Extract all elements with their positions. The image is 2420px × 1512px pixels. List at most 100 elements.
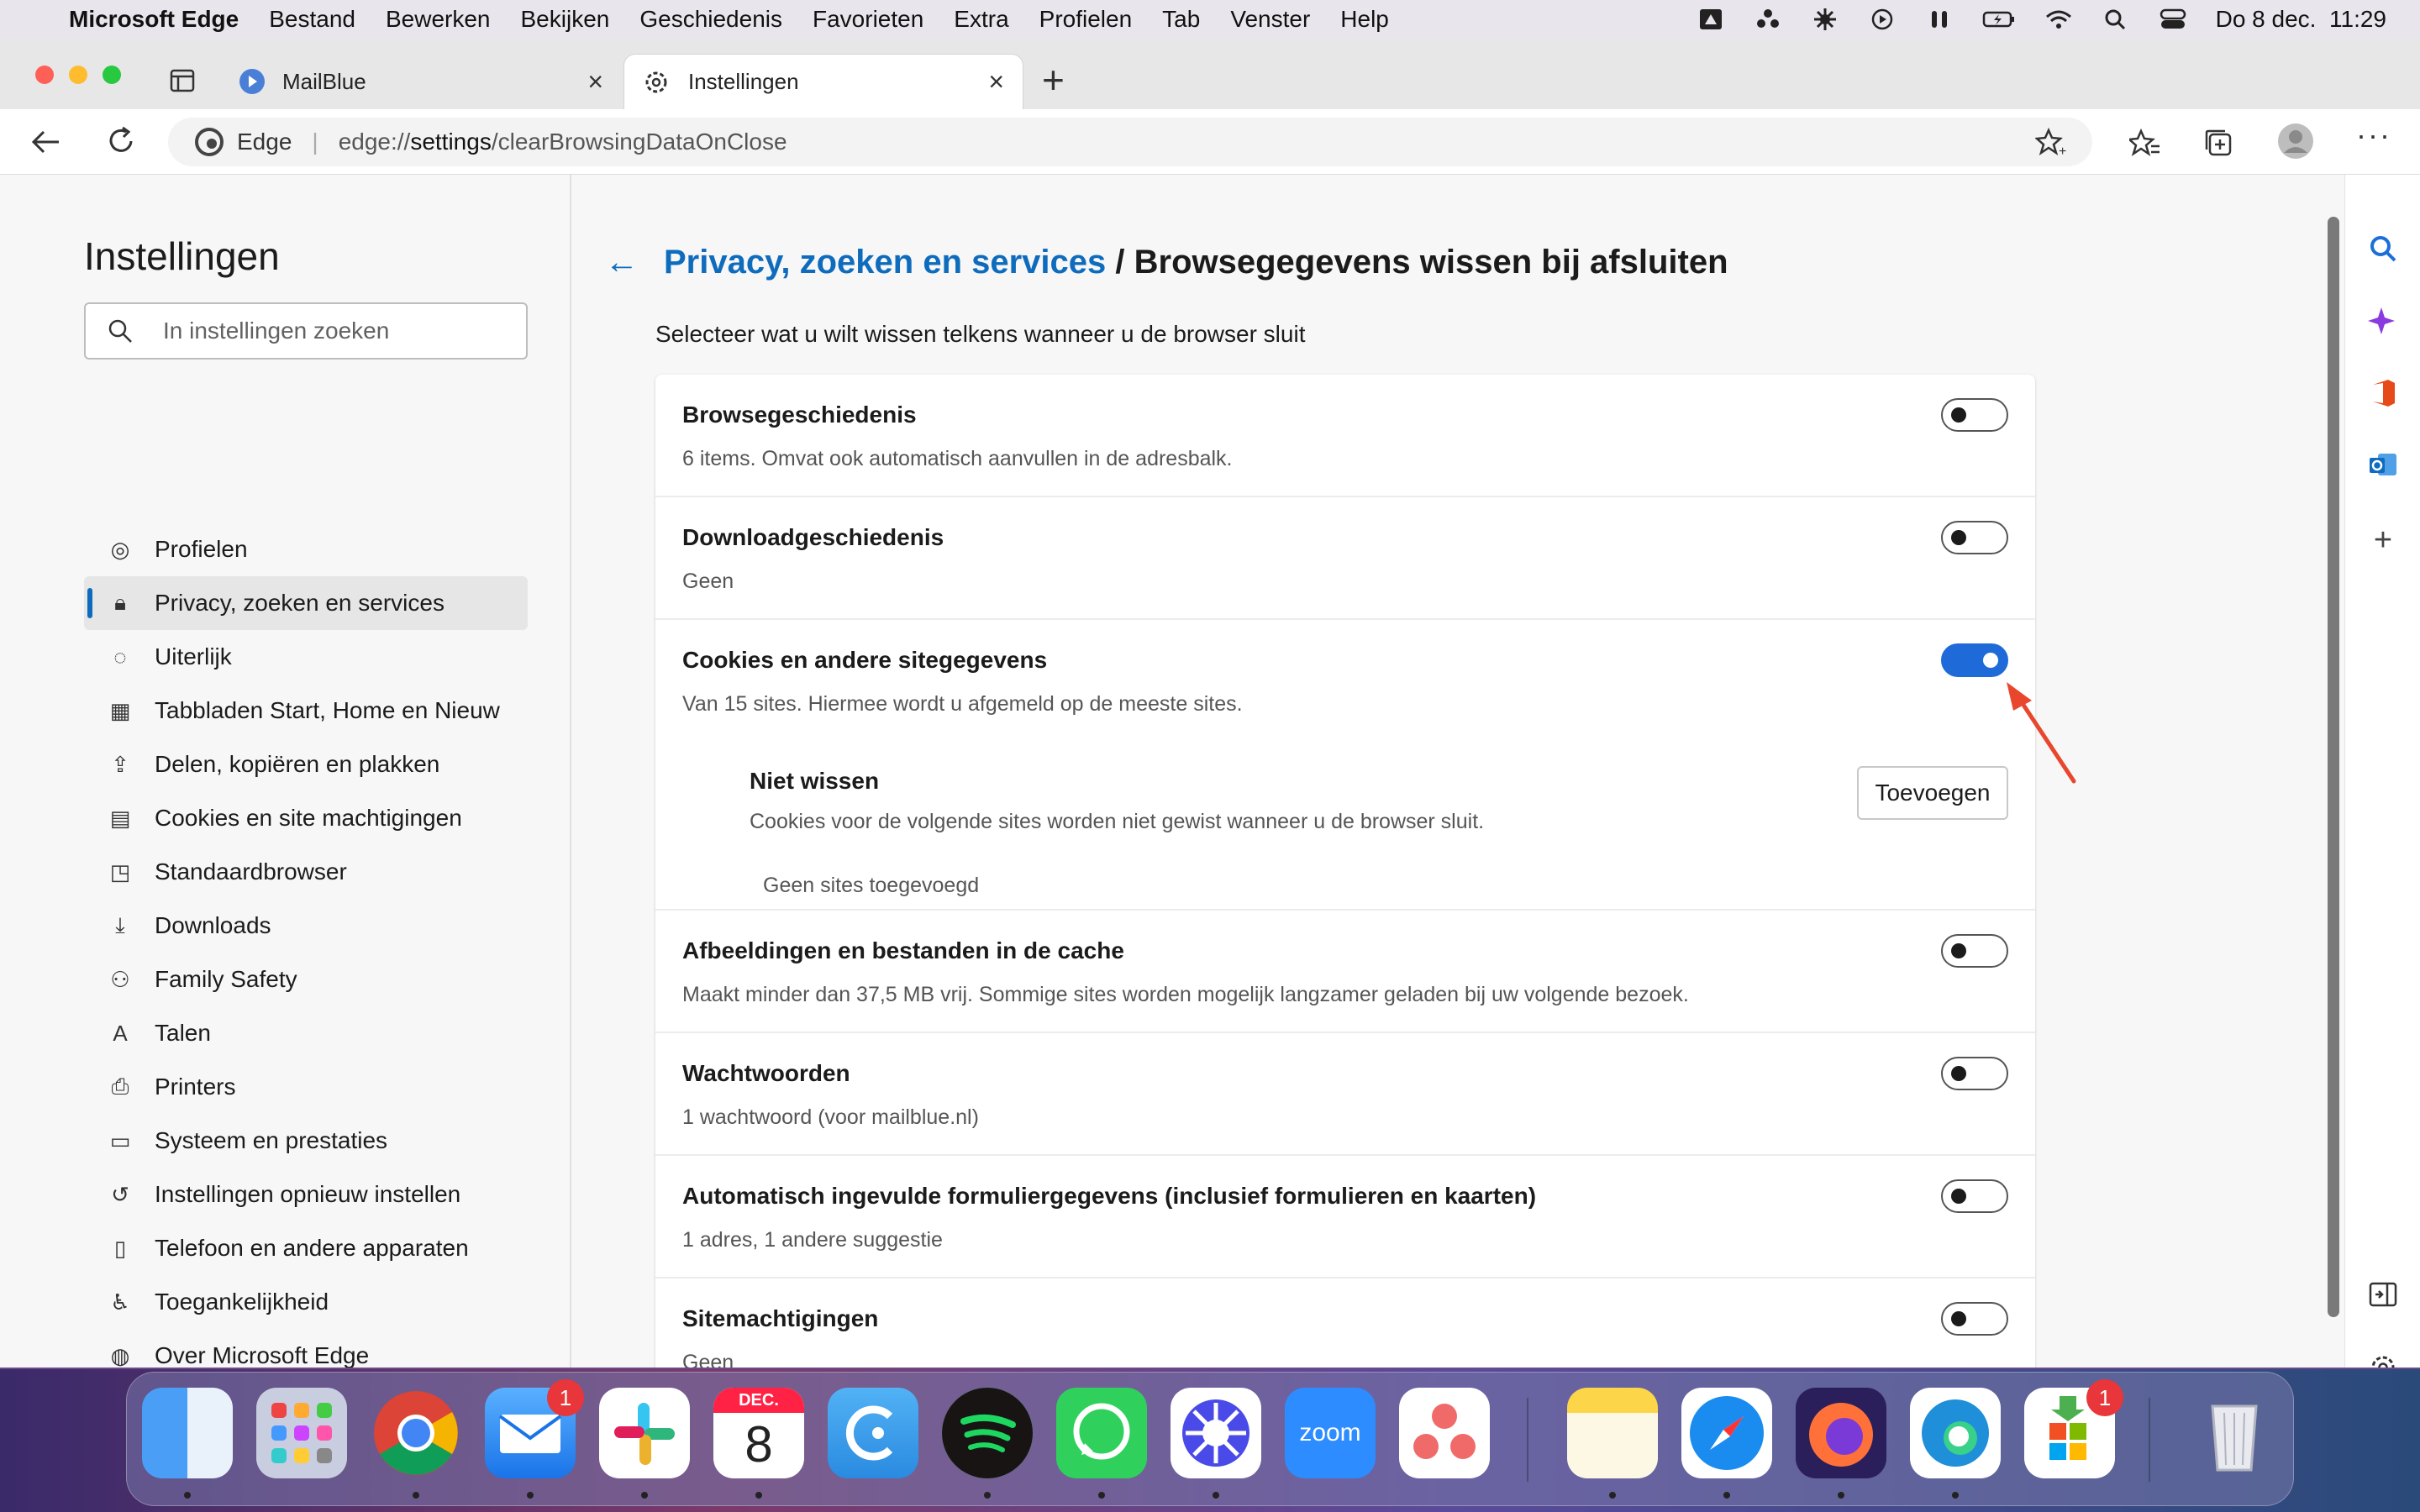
sidebar-item-privacy-zoeken-en-services[interactable]: 🔒︎ Privacy, zoeken en services [84,576,528,630]
firefox-icon[interactable] [1796,1388,1886,1478]
collections-icon[interactable] [2203,128,2235,158]
setting-description: 1 wachtwoord (voor mailblue.nl) [682,1105,979,1129]
menu-bewerken[interactable]: Bewerken [386,6,491,33]
flower-icon[interactable] [1811,8,1839,31]
calendar-day: 8 [744,1416,773,1473]
sidebar-item-delen-kopi-ren-en-plakken[interactable]: ⇪ Delen, kopiëren en plakken [84,738,528,791]
spotify-icon[interactable] [942,1388,1033,1478]
clockify-icon[interactable] [828,1388,918,1478]
battery-icon[interactable] [1982,8,2016,31]
sidebar-item-cookies-en-site-machtigingen[interactable]: ▤ Cookies en site machtigingen [84,791,528,845]
office-icon[interactable] [2368,378,2398,408]
address-bar[interactable]: Edge | edge:// settings /clearBrowsingDa… [168,118,2092,166]
whatsapp-icon[interactable] [1056,1388,1147,1478]
notes-icon[interactable] [1567,1388,1658,1478]
setting-toggle[interactable] [1941,521,2008,554]
search-icon[interactable] [2368,234,2398,264]
sidebar-item-telefoon-en-andere-apparaten[interactable]: ▯ Telefoon en andere apparaten [84,1221,528,1275]
safari-icon[interactable] [1681,1388,1772,1478]
trash-icon[interactable] [2189,1388,2280,1478]
tab-close-icon[interactable]: × [988,66,1004,97]
user-group-icon[interactable] [1754,8,1782,31]
sidebar-item-over-microsoft-edge[interactable]: ◍ Over Microsoft Edge [84,1329,528,1368]
reset-icon: ↺ [111,1181,129,1207]
asana-icon[interactable] [1399,1388,1490,1478]
tab-close-icon[interactable]: × [587,66,603,97]
setting-toggle[interactable] [1941,934,2008,968]
menu-favorieten[interactable]: Favorieten [813,6,923,33]
airpods-icon[interactable] [1925,8,1954,31]
menu-bekijken[interactable]: Bekijken [521,6,610,33]
sidebar-item-family-safety[interactable]: ⚇ Family Safety [84,953,528,1006]
menu-app-name[interactable]: Microsoft Edge [69,6,239,33]
more-menu-icon[interactable]: ··· [2356,118,2391,153]
sidebar-item-systeem-en-prestaties[interactable]: ▭ Systeem en prestaties [84,1114,528,1168]
breadcrumb-separator: / [1106,244,1134,281]
scrollbar-thumb[interactable] [2328,217,2339,1317]
sidebar-settings-gear-icon[interactable] [2368,1352,2398,1368]
menubar-clock[interactable]: Do 8 dec. 11:29 [2216,6,2386,33]
chrome-icon[interactable] [371,1388,461,1478]
settings-search-input[interactable]: In instellingen zoeken [84,302,528,360]
menu-extra[interactable]: Extra [954,6,1008,33]
add-site-button[interactable]: Toevoegen [1857,766,2008,820]
sidebar-item-tabbladen-start-home-en-nieuw[interactable]: ▦ Tabbladen Start, Home en Nieuw [84,684,528,738]
favorites-icon[interactable] [2129,128,2161,158]
tab-actions-icon[interactable] [170,69,195,92]
profile-avatar-icon[interactable] [2277,123,2314,160]
menu-tab[interactable]: Tab [1162,6,1200,33]
spotlight-search-icon[interactable] [2102,8,2130,31]
tab-instellingen[interactable]: Instellingen × [623,54,1023,109]
sidebar-item-uiterlijk[interactable]: ◌ Uiterlijk [84,630,528,684]
ai-app-icon[interactable] [1171,1388,1261,1478]
menu-profielen[interactable]: Profielen [1039,6,1133,33]
setting-description: Van 15 sites. Hiermee wordt u afgemeld o… [682,692,1243,716]
tab-mailblue[interactable]: MailBlue × [227,54,622,109]
breadcrumb-parent-link[interactable]: Privacy, zoeken en services [664,244,1106,281]
wifi-icon[interactable] [2044,8,2073,31]
control-center-icon[interactable] [2159,8,2187,31]
setting-toggle[interactable] [1941,643,2008,677]
play-circle-icon[interactable] [1868,8,1897,31]
menu-venster[interactable]: Venster [1230,6,1310,33]
window-zoom-button[interactable] [103,66,121,84]
menu-bestand[interactable]: Bestand [269,6,355,33]
add-favorite-icon[interactable]: + [2035,127,2067,157]
launchpad-icon[interactable] [256,1388,347,1478]
window-minimize-button[interactable] [69,66,87,84]
sidebar-item-printers[interactable]: ⎙ Printers [84,1060,528,1114]
setting-toggle[interactable] [1941,1302,2008,1336]
page-scrollbar[interactable] [2328,175,2341,1368]
zoom-icon[interactable]: zoom [1285,1388,1376,1478]
sidebar-item-standaardbrowser[interactable]: ◳ Standaardbrowser [84,845,528,899]
sidebar-item-instellingen-opnieuw-instellen[interactable]: ↺ Instellingen opnieuw instellen [84,1168,528,1221]
share-icon: ⇪ [111,751,129,777]
window-close-button[interactable] [35,66,54,84]
back-arrow-icon[interactable]: ← [605,244,639,281]
setting-toggle[interactable] [1941,398,2008,432]
toggle-knob [1951,530,1966,545]
calendar-icon[interactable]: DEC. 8 [713,1388,804,1478]
settings-sidebar: Instellingen In instellingen zoeken ◎ Pro… [0,175,571,1368]
drive-icon[interactable] [1697,8,1725,31]
setting-toggle[interactable] [1941,1057,2008,1090]
back-arrow-icon[interactable] [30,128,60,156]
refresh-icon[interactable] [106,126,136,156]
copilot-sparkle-icon[interactable] [2368,306,2398,336]
dock-divider [1527,1398,1528,1482]
slack-icon[interactable] [599,1388,690,1478]
sidebar-item-downloads[interactable]: ⤓ Downloads [84,899,528,953]
new-tab-icon[interactable]: + [1042,57,1065,102]
menu-geschiedenis[interactable]: Geschiedenis [639,6,782,33]
finder-icon[interactable] [142,1388,233,1478]
sidebar-item-profielen[interactable]: ◎ Profielen [84,522,528,576]
sidebar-item-label: Printers [155,1074,236,1100]
sidebar-item-toegankelijkheid[interactable]: ♿︎ Toegankelijkheid [84,1275,528,1329]
sidebar-item-talen[interactable]: A Talen [84,1006,528,1060]
add-sidebar-app-icon[interactable]: + [2374,522,2392,559]
edge-dock-icon[interactable] [1910,1388,2001,1478]
outlook-icon[interactable] [2368,450,2398,480]
menu-help[interactable]: Help [1340,6,1389,33]
setting-toggle[interactable] [1941,1179,2008,1213]
hide-sidebar-icon[interactable] [2369,1282,2397,1307]
